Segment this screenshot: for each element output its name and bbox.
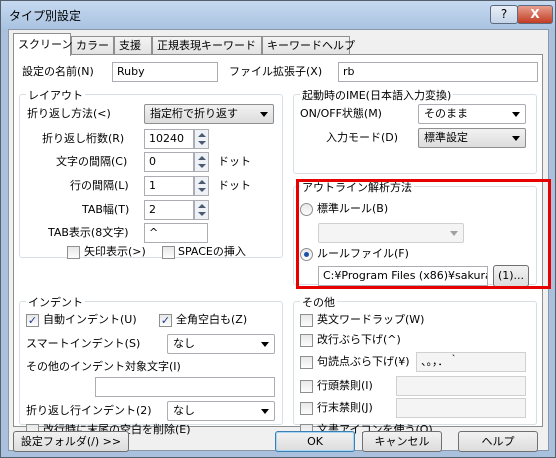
tab-color[interactable]: カラー (71, 36, 114, 55)
line-spacing-spinner[interactable] (194, 176, 209, 196)
kinsoku-head-input[interactable] (396, 376, 526, 396)
input-mode-value: 標準設定 (424, 131, 468, 144)
hang-punct-checkbox[interactable] (300, 356, 313, 369)
fullwidth-space-checkbox[interactable]: ✓ (159, 314, 172, 327)
tab-keyword-help[interactable]: キーワードヘルプ (262, 36, 355, 55)
other-group-title: その他 (300, 294, 337, 310)
space-insert-checkbox[interactable] (162, 246, 175, 259)
char-spacing-unit: ドット (218, 155, 251, 168)
smart-indent-value: なし (173, 337, 195, 350)
tab-support[interactable]: 支援 (114, 36, 152, 55)
highlight-frame (296, 179, 551, 289)
indent-group: インデント ✓ 自動インデント(U) ✓ 全角空白も(Z) スマートインデント(… (19, 294, 283, 437)
ext-label: ファイル拡張子(X) (229, 65, 323, 78)
wrap-indent-select[interactable]: なし (167, 401, 275, 421)
indent-group-title: インデント (26, 294, 85, 310)
ime-onoff-value: そのまま (424, 107, 468, 120)
spin-up-icon (198, 133, 206, 137)
wrap-method-label: 折り返し方法(<) (27, 107, 111, 120)
kinsoku-head-checkbox[interactable] (300, 380, 313, 393)
wrap-digits-input[interactable]: 10240 (144, 129, 194, 149)
tab-regex-keyword[interactable]: 正規表現キーワード (152, 36, 262, 55)
hang-newline-checkbox[interactable] (300, 334, 313, 347)
layout-group-title: レイアウト (26, 87, 85, 103)
spin-down-icon (198, 188, 206, 192)
help-title-button[interactable]: ? (490, 5, 518, 24)
line-spacing-input[interactable]: 1 (144, 176, 194, 196)
ime-group-title: 起動時のIME(日本語入力変換) (300, 87, 454, 103)
window-title: タイプ別設定 (9, 9, 82, 23)
screen-tab-panel: 設定の名前(N) Ruby ファイル拡張子(X) rb レイアウト 折り返し方法… (13, 54, 551, 437)
kinsoku-tail-label: 行末禁則(J) (317, 401, 373, 414)
other-indent-chars-label: その他のインデント対象文字(I) (26, 360, 181, 373)
arrow-display-label: 矢印表示(>) (84, 245, 146, 258)
other-indent-chars-input[interactable] (95, 377, 275, 397)
tab-width-input[interactable]: 2 (144, 200, 194, 220)
auto-indent-checkbox[interactable]: ✓ (26, 314, 39, 327)
tab-width-spinner[interactable] (194, 200, 209, 220)
line-spacing-unit: ドット (218, 179, 251, 192)
cancel-button[interactable]: キャンセル (362, 431, 442, 452)
name-input[interactable]: Ruby (112, 62, 218, 82)
spin-up-icon (198, 180, 206, 184)
ime-onoff-label: ON/OFF状態(M) (300, 107, 382, 120)
title-bar: タイプ別設定 ? X (1, 1, 555, 29)
hang-punct-label: 句読点ぶら下げ(¥) (317, 355, 410, 368)
wrap-indent-label: 折り返し行インデント(2) (26, 404, 152, 417)
auto-indent-label: 自動インデント(U) (43, 313, 137, 326)
layout-group: レイアウト 折り返し方法(<) 指定桁で折り返す 折り返し桁数(R) 10240… (19, 87, 283, 259)
chevron-down-icon (512, 112, 520, 117)
tab-display-input[interactable]: ^ (144, 223, 208, 243)
smart-indent-label: スマートインデント(S) (26, 337, 141, 350)
fullwidth-space-label: 全角空白も(Z) (176, 313, 248, 326)
dialog-window: タイプ別設定 ? X スクリーン カラー 支援 正規表現キーワード キーワードヘ… (0, 0, 556, 458)
arrow-display-checkbox[interactable] (67, 246, 80, 259)
wrap-digits-spinner[interactable] (194, 129, 209, 149)
name-label: 設定の名前(N) (22, 65, 94, 78)
chevron-down-icon (512, 136, 520, 141)
ime-group: 起動時のIME(日本語入力変換) ON/OFF状態(M) そのまま 入力モード(… (293, 87, 537, 174)
chevron-down-icon (260, 112, 268, 117)
word-wrap-label: 英文ワードラップ(W) (317, 313, 425, 326)
kinsoku-head-label: 行頭禁則(I) (317, 379, 373, 392)
wrap-method-value: 指定桁で折り返す (150, 107, 238, 120)
spin-down-icon (198, 164, 206, 168)
input-mode-select[interactable]: 標準設定 (418, 128, 526, 148)
chevron-down-icon (261, 409, 269, 414)
line-spacing-label: 行の間隔(L) (70, 179, 129, 192)
smart-indent-select[interactable]: なし (167, 334, 275, 354)
char-spacing-label: 文字の間隔(C) (56, 155, 128, 168)
ok-button[interactable]: OK (275, 431, 355, 452)
spin-up-icon (198, 156, 206, 160)
char-spacing-input[interactable]: 0 (144, 152, 194, 172)
tab-width-label: TAB幅(T) (82, 203, 130, 216)
hang-punct-input[interactable]: 、。，．｀ (416, 352, 526, 372)
hang-newline-label: 改行ぶら下げ(^) (317, 333, 401, 346)
wrap-digits-label: 折り返し桁数(R) (42, 132, 125, 145)
wrap-method-select[interactable]: 指定桁で折り返す (144, 104, 274, 124)
spin-up-icon (198, 204, 206, 208)
chevron-down-icon (261, 342, 269, 347)
wrap-indent-value: なし (173, 404, 195, 417)
settings-folder-button[interactable]: 設定フォルダ(/) >> (13, 431, 129, 452)
kinsoku-tail-input[interactable] (396, 398, 526, 418)
close-button[interactable]: X (517, 5, 553, 24)
tab-screen[interactable]: スクリーン (13, 33, 72, 56)
help-button[interactable]: ヘルプ (458, 431, 538, 452)
ime-onoff-select[interactable]: そのまま (418, 104, 526, 124)
char-spacing-spinner[interactable] (194, 152, 209, 172)
tab-display-label: TAB表示(8文字) (48, 226, 129, 239)
other-group: その他 英文ワードラップ(W) 改行ぶら下げ(^) 句読点ぶら下げ(¥) 、。，… (293, 294, 537, 437)
input-mode-label: 入力モード(D) (326, 131, 399, 144)
ext-input[interactable]: rb (338, 62, 538, 82)
word-wrap-checkbox[interactable] (300, 314, 313, 327)
spin-down-icon (198, 141, 206, 145)
kinsoku-tail-checkbox[interactable] (300, 402, 313, 415)
space-insert-label: SPACEの挿入 (178, 245, 246, 258)
spin-down-icon (198, 212, 206, 216)
dialog-client: スクリーン カラー 支援 正規表現キーワード キーワードヘルプ 設定の名前(N)… (8, 29, 551, 452)
